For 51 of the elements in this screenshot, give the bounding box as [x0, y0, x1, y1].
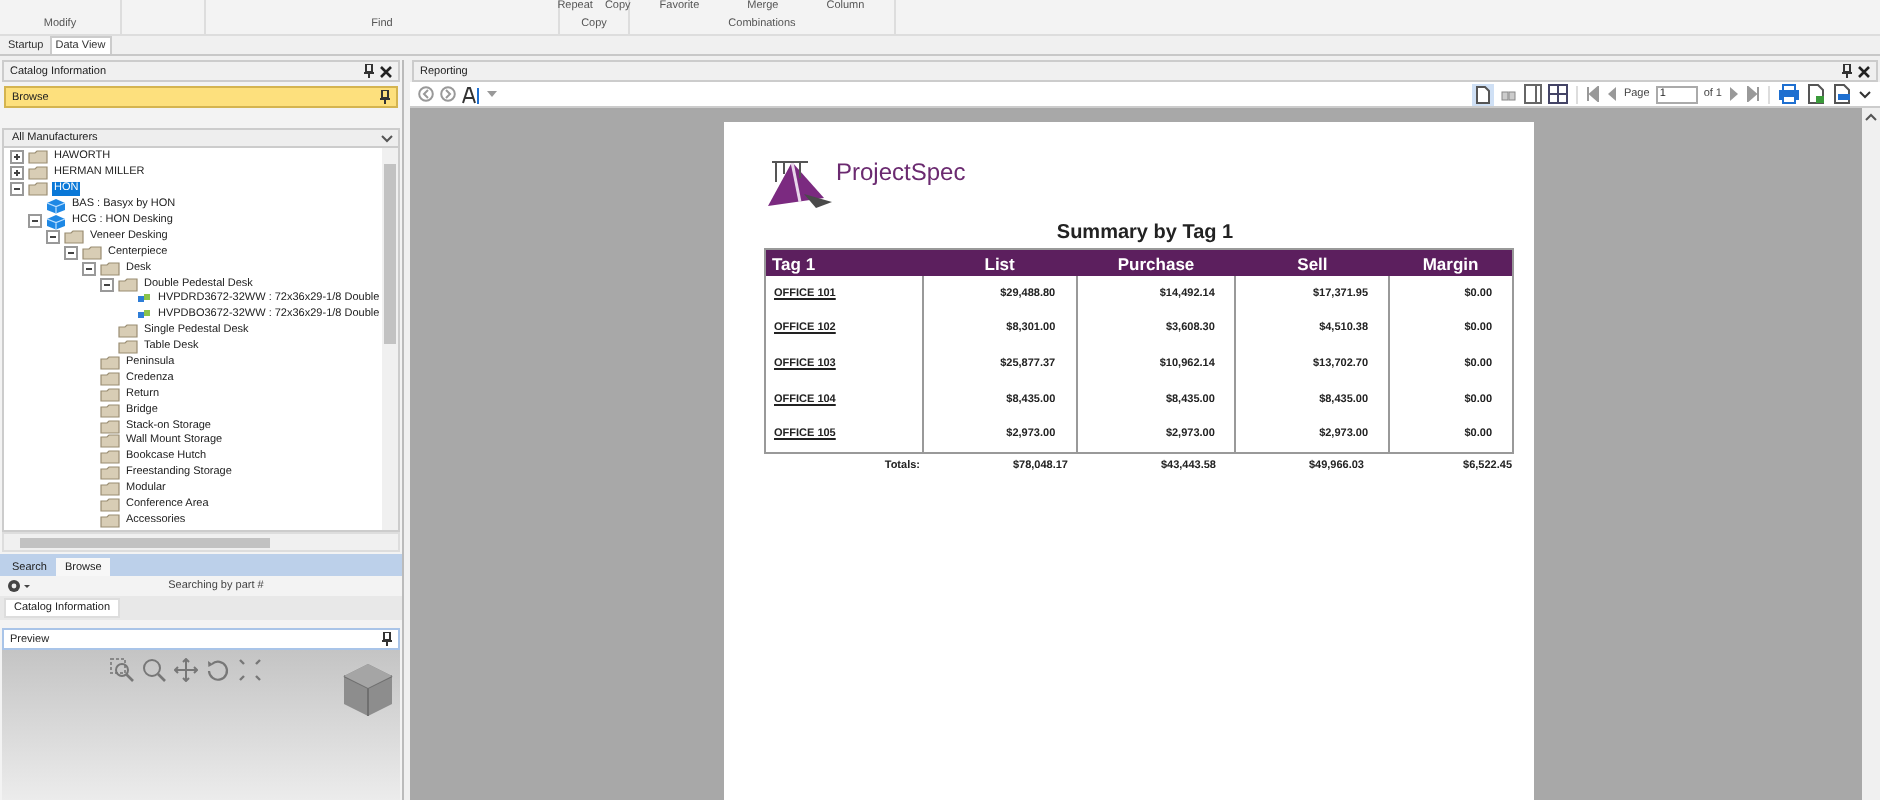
expander-icon[interactable] — [10, 150, 24, 165]
column-header: Tag 1 — [765, 249, 923, 276]
expander-icon[interactable] — [28, 214, 42, 228]
move-icon[interactable] — [174, 658, 198, 682]
fit-icon[interactable] — [238, 658, 262, 682]
gear-icon[interactable] — [6, 578, 30, 594]
logo-text: ProjectSpec — [836, 158, 966, 186]
page-icon[interactable] — [1471, 83, 1494, 105]
print-icon[interactable] — [1778, 84, 1800, 104]
save-icon[interactable] — [1832, 84, 1852, 104]
close-icon[interactable] — [380, 65, 392, 77]
column-header: Sell — [1235, 249, 1390, 276]
pin-icon[interactable] — [382, 632, 392, 646]
first-page-icon[interactable] — [1585, 86, 1600, 102]
cube-icon — [46, 197, 66, 214]
expander-icon[interactable] — [10, 166, 24, 181]
previous-page-icon[interactable] — [1605, 86, 1618, 102]
font-icon[interactable] — [462, 85, 480, 103]
pin-icon[interactable] — [364, 64, 374, 78]
pages-icon[interactable] — [1499, 85, 1518, 103]
pin-icon[interactable] — [1842, 64, 1852, 78]
export-icon[interactable] — [1806, 84, 1826, 104]
close-icon[interactable] — [1858, 65, 1870, 77]
report-title: Summary by Tag 1 — [1054, 222, 1236, 244]
scroll-up-icon[interactable] — [1864, 112, 1878, 122]
layout-icon[interactable] — [1523, 84, 1542, 104]
pin-icon[interactable] — [380, 90, 390, 104]
chevron-down-icon[interactable] — [1858, 89, 1872, 99]
cube-icon — [46, 213, 66, 230]
cube-icon[interactable] — [342, 662, 394, 718]
column-header: Margin — [1389, 249, 1513, 276]
expander-icon[interactable] — [100, 277, 114, 292]
column-header: List — [923, 249, 1077, 276]
dropdown-arrow-icon[interactable] — [486, 90, 498, 98]
rotate-icon[interactable] — [206, 658, 230, 682]
grid-icon[interactable] — [1547, 84, 1568, 104]
scrollbar[interactable] — [2, 532, 400, 552]
expander-icon[interactable] — [10, 182, 24, 197]
expander-icon[interactable] — [64, 245, 78, 260]
column-header: Purchase — [1076, 249, 1236, 276]
chevron-down-icon — [380, 133, 394, 143]
forward-icon[interactable] — [440, 86, 456, 102]
scrollbar[interactable] — [1862, 108, 1880, 800]
next-page-icon[interactable] — [1728, 86, 1740, 102]
expander-icon[interactable] — [82, 261, 96, 276]
expander-icon[interactable] — [46, 229, 60, 244]
last-page-icon[interactable] — [1746, 86, 1760, 102]
scrollbar[interactable] — [382, 148, 398, 530]
zoom-window-icon[interactable] — [110, 658, 134, 682]
back-icon[interactable] — [418, 86, 434, 102]
zoom-icon[interactable] — [142, 658, 166, 682]
